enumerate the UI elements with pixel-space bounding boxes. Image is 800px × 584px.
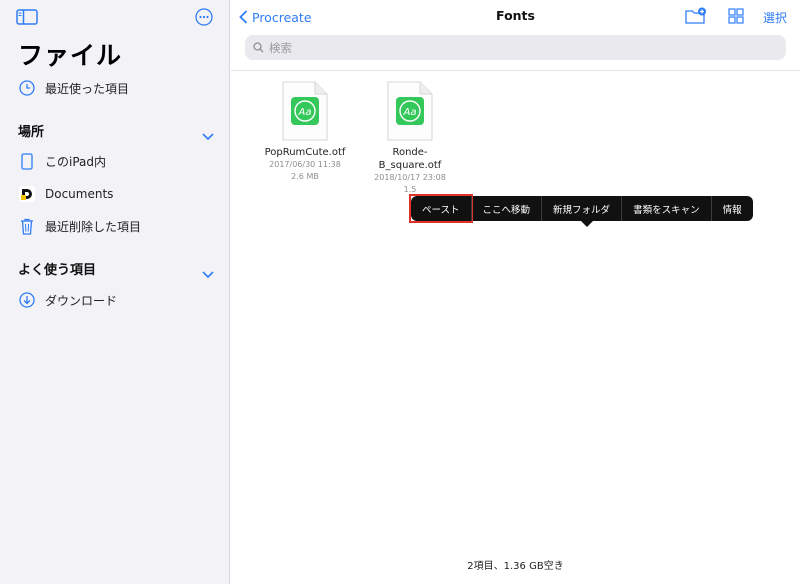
search-bar[interactable] <box>245 35 786 60</box>
file-item[interactable]: Aa PopRumCute.otf 2017/06/30 11:38 2.6 M… <box>250 81 360 183</box>
svg-text:Aa: Aa <box>403 107 417 118</box>
chevron-down-icon[interactable] <box>202 126 214 141</box>
page-title: Fonts <box>496 8 535 23</box>
file-date: 2017/06/30 11:38 <box>269 160 341 169</box>
divider <box>231 70 800 71</box>
sidebar-item-label: このiPad内 <box>45 154 107 169</box>
select-button[interactable]: 選択 <box>763 9 787 26</box>
storage-status: 2項目、1.36 GB空き <box>467 561 564 572</box>
chevron-down-icon[interactable] <box>202 264 214 279</box>
file-size: 2.6 MB <box>291 172 319 181</box>
scan-documents-button[interactable]: 書類をスキャン <box>621 196 711 221</box>
back-label: Procreate <box>252 9 312 25</box>
locations-header: 場所 <box>18 125 45 140</box>
sidebar-item-recents[interactable]: 最近使った項目 <box>18 77 129 99</box>
file-name: Ronde- B_square.otf <box>378 147 442 171</box>
sidebar: ファイル 最近使った項目 場所 このiPad内 Documents 最近削除した… <box>0 0 230 584</box>
sidebar-toggle-icon[interactable] <box>16 9 38 25</box>
sidebar-title: ファイル <box>18 41 123 70</box>
more-options-icon[interactable] <box>195 8 213 26</box>
file-item[interactable]: Aa Ronde- B_square.otf 2018/10/17 23:08 … <box>355 81 465 196</box>
paste-button[interactable]: ペースト <box>409 194 473 223</box>
sidebar-item-label: 最近削除した項目 <box>45 219 142 234</box>
sidebar-item-label: 最近使った項目 <box>45 81 130 96</box>
new-folder-icon[interactable] <box>685 7 707 25</box>
info-button[interactable]: 情報 <box>710 196 753 221</box>
sidebar-item-documents[interactable]: Documents <box>18 183 113 205</box>
favorites-header: よく使う項目 <box>18 263 97 278</box>
download-icon <box>18 291 36 309</box>
sidebar-item-downloads[interactable]: ダウンロード <box>18 289 117 311</box>
back-button[interactable]: Procreate <box>239 7 312 27</box>
documents-app-icon <box>18 185 36 203</box>
context-menu-arrow <box>581 221 593 227</box>
sidebar-item-label: ダウンロード <box>45 293 118 308</box>
context-menu: ペースト ここへ移動 新規フォルダ 書類をスキャン 情報 <box>409 194 753 227</box>
navigation-bar: Procreate Fonts 選択 <box>231 0 800 34</box>
sidebar-item-label: Documents <box>45 187 114 201</box>
ipad-icon <box>18 152 36 170</box>
clock-icon <box>18 79 36 97</box>
chevron-left-icon <box>239 10 248 24</box>
sidebar-item-recently-deleted[interactable]: 最近削除した項目 <box>18 215 141 237</box>
file-date: 2018/10/17 23:08 <box>374 173 446 182</box>
new-folder-button[interactable]: 新規フォルダ <box>541 196 621 221</box>
grid-view-icon[interactable] <box>728 8 744 24</box>
main-pane: Procreate Fonts 選択 Aa PopRumCute.otf 201… <box>231 0 800 584</box>
search-input[interactable] <box>269 40 769 55</box>
font-file-icon: Aa <box>387 81 433 141</box>
file-name: PopRumCute.otf <box>264 147 346 158</box>
file-size: 1.5 <box>403 185 417 194</box>
trash-icon <box>18 217 36 235</box>
font-file-icon: Aa <box>282 81 328 141</box>
svg-text:Aa: Aa <box>298 107 312 118</box>
move-here-button[interactable]: ここへ移動 <box>470 196 542 221</box>
search-icon <box>253 42 264 53</box>
sidebar-item-ipad[interactable]: このiPad内 <box>18 150 106 172</box>
